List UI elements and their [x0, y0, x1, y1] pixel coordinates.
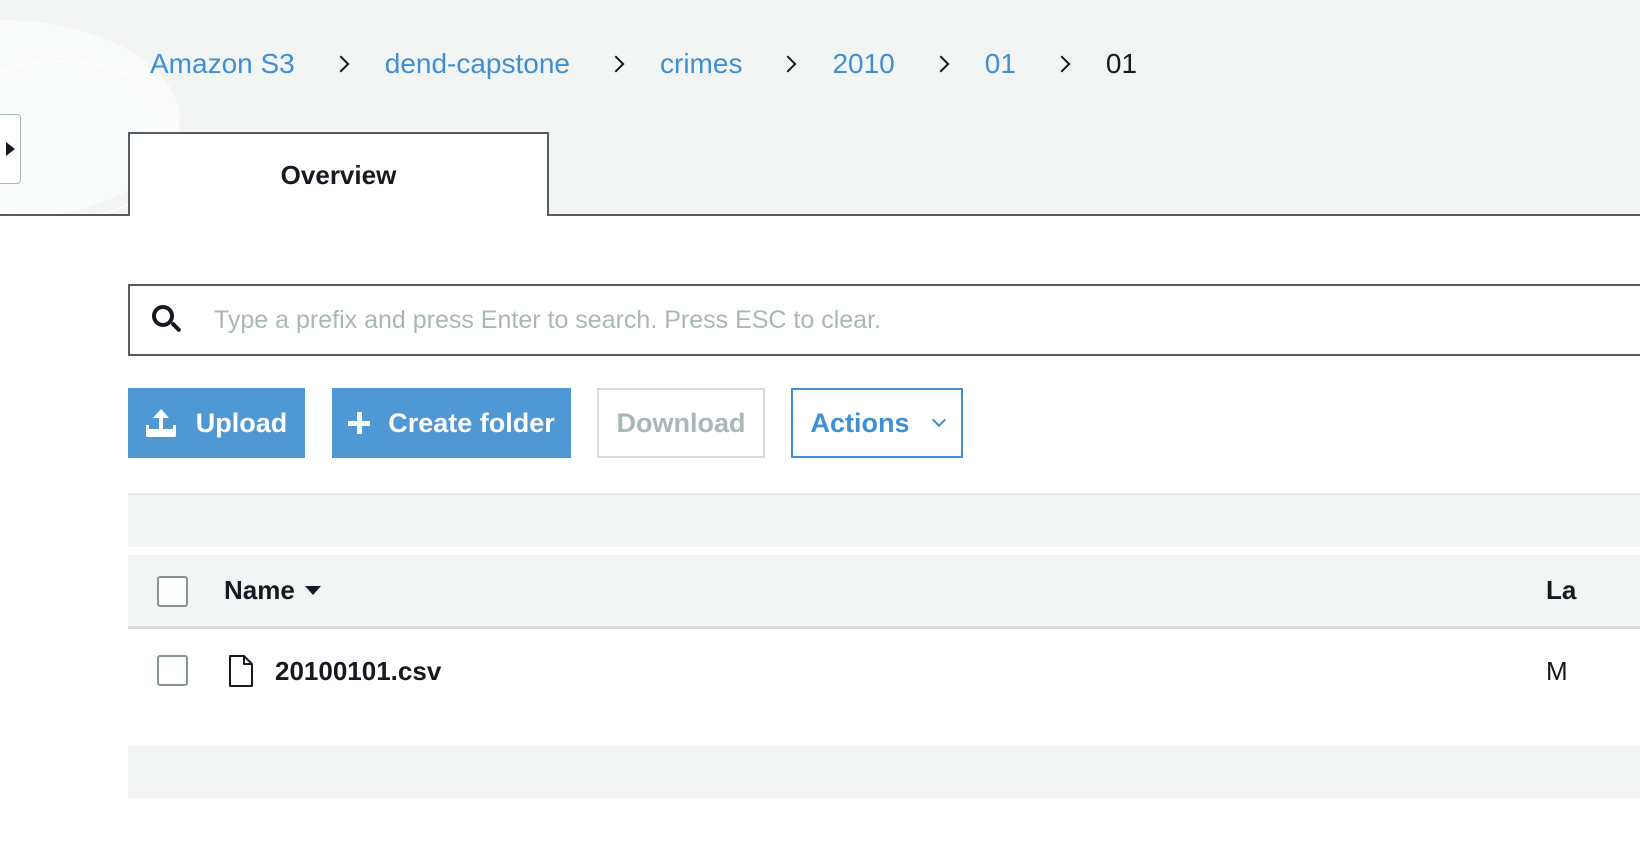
actions-dropdown-button[interactable]: Actions — [791, 388, 963, 458]
column-header-name-label: Name — [224, 575, 295, 605]
chevron-right-icon — [779, 55, 797, 73]
chevron-right-icon — [332, 55, 350, 73]
chevron-right-icon — [607, 55, 625, 73]
file-icon — [229, 655, 253, 687]
breadcrumb-link-01[interactable]: 01 — [985, 48, 1016, 80]
search-bar — [128, 284, 1640, 356]
search-input[interactable] — [214, 290, 1414, 350]
actions-button-label: Actions — [810, 407, 910, 438]
upload-button[interactable]: Upload — [128, 388, 305, 458]
breadcrumb-link-bucket[interactable]: dend-capstone — [385, 48, 570, 80]
sort-down-icon — [304, 586, 321, 595]
s3-console-page: Amazon S3 dend-capstone crimes 2010 01 0… — [0, 0, 1640, 850]
chevron-right-icon — [932, 55, 950, 73]
select-all-checkbox[interactable] — [157, 576, 188, 607]
table-row[interactable]: 20100101.csv M — [128, 632, 1640, 710]
row-checkbox[interactable] — [157, 655, 188, 686]
plus-icon — [348, 412, 371, 434]
create-folder-button-label: Create folder — [388, 407, 555, 438]
tab-overview[interactable]: Overview — [128, 132, 549, 216]
table-footer-bar — [128, 746, 1640, 798]
caret-right-icon — [6, 142, 15, 156]
upload-icon — [145, 409, 176, 437]
column-header-name[interactable]: Name — [224, 575, 321, 606]
column-header-last-modified[interactable]: La — [1546, 575, 1576, 606]
upload-button-label: Upload — [195, 407, 288, 438]
sidebar-toggle-button[interactable] — [0, 114, 21, 184]
file-name-link[interactable]: 20100101.csv — [275, 656, 441, 687]
download-button[interactable]: Download — [597, 388, 765, 458]
breadcrumb-link-amazon-s3[interactable]: Amazon S3 — [150, 48, 295, 80]
breadcrumb-current: 01 — [1105, 48, 1138, 79]
last-modified-cell: M — [1546, 656, 1568, 686]
breadcrumb-link-2010[interactable]: 2010 — [832, 48, 894, 80]
table-toolbar-bar — [128, 495, 1640, 547]
breadcrumb: Amazon S3 dend-capstone crimes 2010 01 0… — [150, 44, 1137, 84]
breadcrumb-link-crimes[interactable]: crimes — [660, 48, 742, 80]
chevron-right-icon — [1053, 55, 1071, 73]
search-icon — [152, 305, 182, 335]
download-button-label: Download — [616, 407, 746, 438]
create-folder-button[interactable]: Create folder — [332, 388, 571, 458]
chevron-down-icon — [931, 412, 946, 428]
table-header: Name La — [128, 555, 1640, 629]
